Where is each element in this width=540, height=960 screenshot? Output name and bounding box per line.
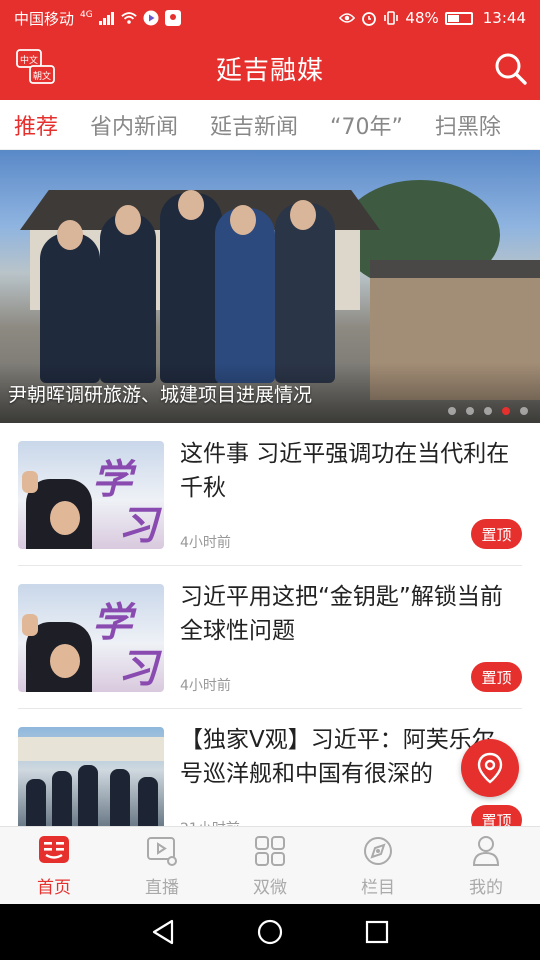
home-circle-icon[interactable] [256, 918, 284, 946]
thumb-person [138, 777, 158, 826]
nav-live[interactable]: 直播 [108, 827, 216, 904]
banner-dot[interactable] [466, 407, 474, 415]
nav-weibo-wechat[interactable]: 双微 [216, 827, 324, 904]
thumb-hand [22, 614, 38, 636]
bottom-nav: 首页 直播 双微 栏目 我的 [0, 826, 540, 904]
banner-photo-person [100, 213, 156, 383]
status-bar: 中国移动 4G 48% 13:44 [0, 0, 540, 36]
news-headline: 习近平用这把“金钥匙”解锁当前全球性问题 [180, 584, 503, 644]
news-item[interactable]: 【独家V观】习近平：阿芙乐尔号巡洋舰和中国有很深的 21小时前 置顶 [18, 709, 522, 826]
back-icon[interactable] [150, 918, 176, 946]
location-button[interactable] [461, 739, 519, 797]
banner-dot[interactable] [502, 407, 510, 415]
banner-photo-head [178, 190, 204, 220]
home-icon [39, 836, 69, 863]
news-feed: 学 习 这件事 习近平强调功在当代利在千秋 4小时前 置顶 学 习 习近平用这把… [0, 423, 540, 826]
thumb-person [52, 771, 72, 826]
thumb-text: 习 [118, 502, 158, 549]
battery-percent: 48% [405, 9, 439, 27]
thumb-person [78, 765, 98, 826]
clock: 13:44 [482, 9, 526, 27]
banner-dot[interactable] [484, 407, 492, 415]
alarm-icon [361, 11, 377, 26]
nav-label: 双微 [253, 878, 287, 898]
news-thumbnail: 学 习 [18, 584, 164, 692]
news-headline: 【独家V观】习近平：阿芙乐尔号巡洋舰和中国有很深的 [180, 727, 495, 787]
thumb-person [26, 779, 46, 826]
thumb-face [50, 644, 80, 678]
grid-icon [255, 836, 285, 866]
nav-label: 首页 [37, 878, 71, 898]
news-time: 4小时前 [180, 535, 231, 551]
news-time: 21小时前 [180, 818, 240, 826]
tab-yanji-news[interactable]: 延吉新闻 [210, 109, 298, 141]
pinned-badge: 置顶 [471, 805, 522, 826]
thumb-hand [22, 471, 38, 493]
tab-anti-crime[interactable]: 扫黑除 [435, 109, 501, 141]
lang-top-text: 中文 [20, 54, 38, 66]
tab-province-news[interactable]: 省内新闻 [90, 109, 178, 141]
banner-photo-head [230, 205, 256, 235]
nav-label: 我的 [469, 878, 503, 898]
thumb-face [50, 501, 80, 535]
tab-70-years[interactable]: “70年” [330, 109, 403, 141]
app-title: 延吉融媒 [215, 55, 324, 86]
tab-recommend[interactable]: 推荐 [14, 109, 58, 141]
channel-tabs: 推荐 省内新闻 延吉新闻 “70年” 扫黑除 [0, 100, 540, 150]
thumb-text: 习 [118, 645, 158, 692]
banner-photo-head [115, 205, 141, 235]
map-app-icon [164, 10, 181, 26]
nav-profile[interactable]: 我的 [432, 827, 540, 904]
nav-columns[interactable]: 栏目 [324, 827, 432, 904]
news-item[interactable]: 学 习 这件事 习近平强调功在当代利在千秋 4小时前 置顶 [18, 423, 522, 566]
banner-dot[interactable] [520, 407, 528, 415]
search-icon [495, 53, 527, 85]
signal-icon [98, 11, 115, 25]
news-thumbnail [18, 727, 164, 826]
banner-photo-person [160, 193, 222, 383]
lang-bottom-text: 朝文 [33, 70, 51, 82]
language-icon: 中文 朝文 [16, 49, 55, 84]
system-nav-bar [0, 904, 540, 960]
thumb-person [110, 769, 130, 826]
app-bar: 中文 朝文 延吉融媒 [0, 36, 540, 100]
compass-icon [364, 837, 392, 865]
carrier-label: 中国移动 [14, 9, 75, 28]
banner-photo-head [57, 220, 83, 250]
banner-dot[interactable] [448, 407, 456, 415]
search-button[interactable] [494, 52, 528, 86]
nav-label: 直播 [145, 878, 179, 898]
location-pin-icon [477, 752, 503, 784]
banner-dots [448, 407, 528, 415]
nav-home[interactable]: 首页 [0, 827, 108, 904]
nav-label: 栏目 [361, 878, 395, 898]
news-headline: 这件事 习近平强调功在当代利在千秋 [180, 441, 510, 501]
banner-photo-person [275, 203, 335, 383]
video-app-icon [143, 10, 159, 26]
wifi-icon [121, 11, 137, 25]
banner-photo-head [290, 200, 316, 230]
thumb-ship [18, 737, 164, 761]
recent-apps-icon[interactable] [364, 919, 390, 945]
language-switch-button[interactable]: 中文 朝文 [16, 49, 56, 87]
person-icon [472, 836, 500, 866]
network-label: 4G [80, 10, 93, 20]
news-thumbnail: 学 习 [18, 441, 164, 549]
news-item[interactable]: 学 习 习近平用这把“金钥匙”解锁当前全球性问题 4小时前 置顶 [18, 566, 522, 709]
news-time: 4小时前 [180, 678, 231, 694]
banner-caption: 尹朝晖调研旅游、城建项目进展情况 [8, 384, 313, 406]
pinned-badge: 置顶 [471, 519, 522, 549]
battery-icon [444, 11, 473, 25]
eye-icon [339, 11, 356, 25]
pinned-badge: 置顶 [471, 662, 522, 692]
vibrate-icon [383, 11, 399, 25]
live-video-icon [147, 837, 177, 866]
banner-photo-person [40, 233, 100, 383]
banner-carousel[interactable]: 尹朝晖调研旅游、城建项目进展情况 [0, 150, 540, 423]
